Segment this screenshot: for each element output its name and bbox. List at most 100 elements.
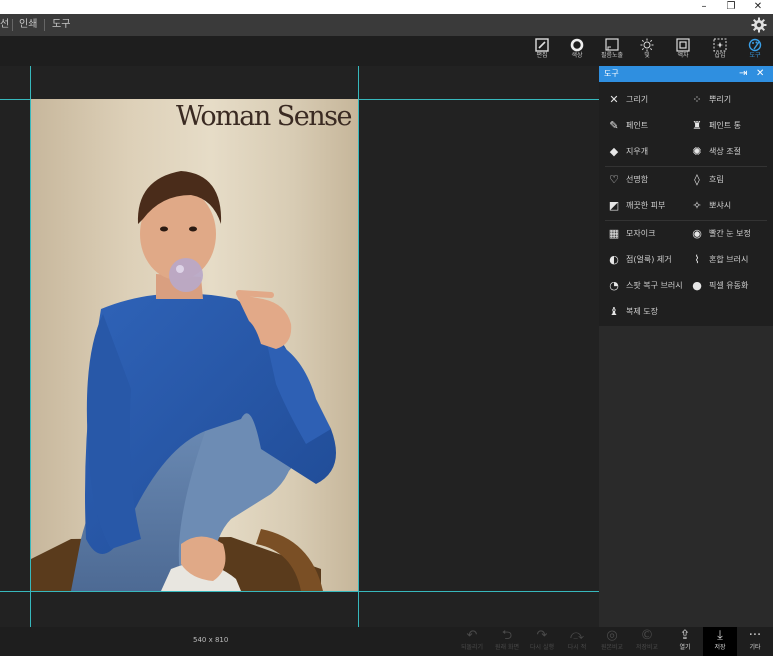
tool-film-label: 필름노출: [600, 52, 624, 59]
compare-original-button[interactable]: ◎ 원본비교: [597, 627, 627, 656]
tool-mosaic[interactable]: ▦ 모자이크: [606, 221, 688, 247]
tool-clean-skin[interactable]: ◩ 깨끗한 피부: [606, 193, 688, 219]
liquify-icon: ●: [692, 278, 702, 292]
more-label: 기타: [749, 644, 761, 651]
tool-film[interactable]: 필름노출: [597, 36, 627, 66]
gear-icon[interactable]: [751, 17, 767, 33]
minimize-button[interactable]: –: [690, 0, 718, 14]
tool-spot-healing-label: 스팟 복구 브러시: [626, 281, 683, 290]
undo-all-label: 되돌리기: [460, 644, 484, 651]
tool-sharpen[interactable]: ♡ 선명함: [606, 167, 688, 193]
tool-clone-stamp[interactable]: ♝ 복제 도장: [606, 299, 688, 325]
undo-button[interactable]: ⮌ 원래 화면: [492, 627, 522, 656]
clone-stamp-icon: ♝: [609, 304, 619, 318]
tool-edit[interactable]: 편집: [527, 36, 557, 66]
tool-color-adjust[interactable]: ✺ 색상 조절: [689, 139, 771, 165]
tool-red-eye[interactable]: ◉ 빨간 눈 보정: [689, 221, 771, 247]
tool-paint[interactable]: ✎ 페인트: [606, 113, 688, 139]
tool-blur[interactable]: ◊ 흐림: [689, 167, 771, 193]
close-button[interactable]: ✕: [744, 0, 772, 14]
tool-mosaic-label: 모자이크: [626, 229, 656, 238]
tool-spray[interactable]: ⁘ 뿌리기: [689, 87, 771, 113]
color-adjust-icon: ✺: [692, 144, 702, 158]
tools-panel-header: 도구 ⇥ ✕: [599, 66, 773, 82]
tool-liquify-label: 픽셀 유동화: [709, 281, 749, 290]
image-canvas[interactable]: Woman Sense: [0, 66, 599, 627]
menu-item-partial[interactable]: 선: [0, 14, 9, 36]
tool-insert[interactable]: 삽입: [705, 36, 735, 66]
clean-skin-icon: ◩: [608, 198, 620, 212]
tool-draw-label: 그리기: [626, 95, 649, 104]
compare-original-label: 원본비교: [600, 644, 624, 651]
tool-tools[interactable]: 도구: [740, 36, 770, 66]
reapply-icon: ⤼: [570, 628, 584, 643]
undo-icon: ⮌: [501, 628, 513, 643]
download-icon: ⤓: [717, 628, 723, 643]
spot-healing-icon: ◔: [609, 278, 619, 292]
photo[interactable]: Woman Sense: [31, 99, 358, 591]
open-button[interactable]: ⇪ 열기: [670, 627, 700, 656]
image-dimensions: 540 x 810: [193, 636, 229, 644]
save-label: 저장: [714, 644, 726, 651]
save-button[interactable]: ⤓ 저장: [703, 627, 737, 656]
photo-subject: [31, 171, 336, 591]
redo-button[interactable]: ↷ 다시 실행: [527, 627, 557, 656]
draw-icon: ✕: [609, 92, 619, 106]
redo-icon: ↷: [536, 628, 548, 643]
tool-eraser[interactable]: ◆ 지우개: [606, 139, 688, 165]
compare-saved-label: 저장비교: [635, 644, 659, 651]
undo-label: 원래 화면: [495, 644, 519, 651]
tool-color-adjust-label: 색상 조절: [709, 147, 741, 156]
tool-light[interactable]: 빛: [632, 36, 662, 66]
redo-label: 다시 실행: [530, 644, 554, 651]
magazine-title: Woman Sense: [175, 101, 353, 132]
undo-all-icon: ↶: [466, 628, 478, 643]
sun-icon: [640, 38, 654, 52]
tool-frame[interactable]: 액자: [668, 36, 698, 66]
close-icon[interactable]: ✕: [756, 66, 764, 82]
compare-saved-button[interactable]: © 저장비교: [632, 627, 662, 656]
tool-color[interactable]: 색상: [562, 36, 592, 66]
compare-saved-icon: ©: [640, 628, 654, 643]
menu-bar: 선 인쇄 도구: [0, 14, 773, 36]
tools-panel-title: 도구: [604, 69, 619, 78]
paint-bucket-icon: ♜: [692, 118, 702, 132]
tool-blur-label: 흐림: [709, 175, 724, 184]
tool-edit-label: 편집: [536, 52, 548, 59]
tool-clean-skin-label: 깨끗한 피부: [626, 201, 666, 210]
upload-icon: ⇪: [679, 628, 691, 643]
tool-eraser-label: 지우개: [626, 147, 649, 156]
more-icon: ···: [748, 628, 762, 643]
tool-color-label: 색상: [571, 52, 583, 59]
menu-item-tools[interactable]: 도구: [52, 14, 70, 36]
tool-mixer-brush[interactable]: ⌇ 혼합 브러시: [689, 247, 771, 273]
tool-spot-healing[interactable]: ◔ 스팟 복구 브러시: [606, 273, 688, 299]
tool-soft-glow[interactable]: ✧ 뽀샤시: [689, 193, 771, 219]
circle-icon: [570, 38, 584, 52]
menu-item-print[interactable]: 인쇄: [19, 14, 37, 36]
reapply-label: 다시 적: [567, 644, 587, 651]
tool-red-eye-label: 빨간 눈 보정: [709, 229, 751, 238]
pin-icon[interactable]: ⇥: [739, 66, 747, 82]
film-icon: [605, 38, 619, 51]
compare-original-icon: ◎: [606, 628, 618, 643]
tool-draw[interactable]: ✕ 그리기: [606, 87, 688, 113]
restore-button[interactable]: ❐: [717, 0, 745, 14]
sharpen-icon: ♡: [609, 172, 619, 186]
tool-mixer-brush-label: 혼합 브러시: [709, 255, 749, 264]
tool-paint-bucket-label: 페인트 통: [709, 121, 741, 130]
tool-liquify[interactable]: ● 픽셀 유동화: [689, 273, 771, 299]
edit-icon: [535, 38, 549, 52]
undo-all-button[interactable]: ↶ 되돌리기: [457, 627, 487, 656]
tool-spot-remove[interactable]: ◐ 점(얼룩) 제거: [606, 247, 688, 273]
guide-line-bottom: [0, 591, 599, 592]
blur-drop-icon: ◊: [694, 172, 700, 186]
tool-paint-bucket[interactable]: ♜ 페인트 통: [689, 113, 771, 139]
menu-separator: [12, 19, 13, 31]
more-button[interactable]: ··· 기타: [740, 627, 770, 656]
tool-spot-remove-label: 점(얼룩) 제거: [626, 255, 672, 264]
frame-icon: [676, 38, 690, 52]
spot-remove-icon: ◐: [609, 252, 619, 266]
tools-panel: 도구 ⇥ ✕ ✕ 그리기 ⁘ 뿌리기 ✎ 페인트 ♜ 페인트 통 ◆ 지우개 ✺ 색상 조절…: [599, 66, 773, 627]
reapply-button[interactable]: ⤼ 다시 적: [562, 627, 592, 656]
